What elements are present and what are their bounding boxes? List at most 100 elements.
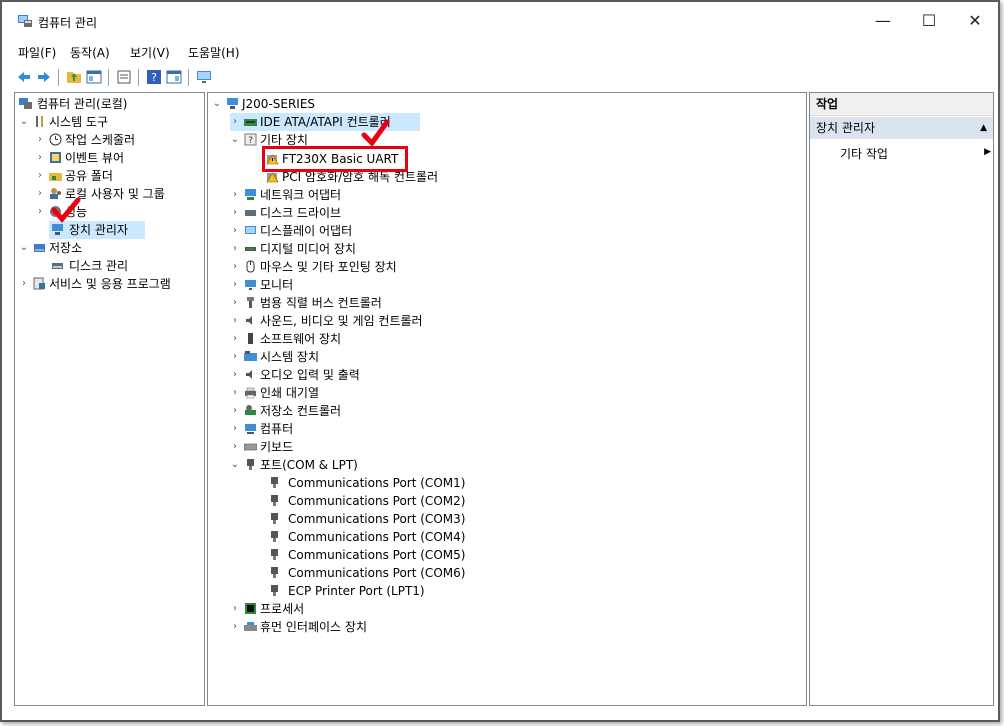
tree-item-services-applications[interactable]: › 서비스 및 응용 프로그램 bbox=[19, 275, 203, 293]
chevron-right-icon[interactable]: › bbox=[230, 222, 240, 240]
device-category-system[interactable]: › 시스템 장치 bbox=[230, 348, 450, 366]
chevron-right-icon[interactable]: › bbox=[230, 258, 240, 276]
device-item-lpt1[interactable]: ECP Printer Port (LPT1) bbox=[266, 582, 496, 600]
minimize-button[interactable]: — bbox=[860, 8, 906, 34]
chevron-right-icon[interactable]: › bbox=[230, 402, 240, 420]
chevron-right-icon[interactable]: › bbox=[230, 186, 240, 204]
back-arrow-icon[interactable] bbox=[16, 69, 32, 85]
device-category-print-queue[interactable]: › 인쇄 대기열 bbox=[230, 384, 450, 402]
device-category-monitors[interactable]: › 모니터 bbox=[230, 276, 450, 294]
show-action-pane-icon[interactable] bbox=[166, 69, 182, 85]
device-tree-pane[interactable]: ⌄ J200-SERIES › IDE ATA/ATAPI 컨트롤러 ⌄ ? 기… bbox=[207, 92, 807, 706]
device-item-com6[interactable]: Communications Port (COM6) bbox=[266, 564, 496, 582]
chevron-down-icon[interactable]: ⌄ bbox=[212, 95, 222, 113]
tree-item-shared-folders[interactable]: › 공유 폴더 bbox=[35, 167, 204, 185]
device-category-mouse[interactable]: › 마우스 및 기타 포인팅 장치 bbox=[230, 258, 470, 276]
help-icon[interactable]: ? bbox=[146, 69, 162, 85]
tree-item-event-viewer[interactable]: › 이벤트 뷰어 bbox=[35, 149, 204, 167]
unknown-device-icon: ? bbox=[244, 133, 257, 146]
device-item-com3[interactable]: Communications Port (COM3) bbox=[266, 510, 496, 528]
chevron-right-icon[interactable]: › bbox=[230, 600, 240, 618]
chevron-right-icon[interactable]: › bbox=[35, 203, 45, 221]
chevron-right-icon[interactable]: › bbox=[230, 420, 240, 438]
device-category-hid[interactable]: › 휴먼 인터페이스 장치 bbox=[230, 618, 470, 636]
chevron-right-icon[interactable]: › bbox=[230, 330, 240, 348]
toolbar-separator bbox=[138, 69, 139, 86]
device-category-storage-controllers[interactable]: › 저장소 컨트롤러 bbox=[230, 402, 450, 420]
chevron-right-icon[interactable]: › bbox=[35, 131, 45, 149]
tree-item-task-scheduler[interactable]: › 작업 스케줄러 bbox=[35, 131, 204, 149]
tree-item-computer-management[interactable]: 컴퓨터 관리(로컬) bbox=[19, 95, 199, 113]
chevron-right-icon[interactable]: › bbox=[230, 438, 240, 456]
device-category-digital-media[interactable]: › 디지털 미디어 장치 bbox=[230, 240, 450, 258]
chevron-right-icon[interactable]: › bbox=[35, 149, 45, 167]
chevron-down-icon[interactable]: ⌄ bbox=[19, 239, 29, 257]
device-category-keyboard[interactable]: › 키보드 bbox=[230, 438, 450, 456]
device-category-display[interactable]: › 디스플레이 어댑터 bbox=[230, 222, 450, 240]
device-item-com1[interactable]: Communications Port (COM1) bbox=[266, 474, 496, 492]
chevron-right-icon[interactable]: › bbox=[230, 240, 240, 258]
chevron-right-icon[interactable]: › bbox=[19, 275, 29, 293]
action-more-actions[interactable]: 기타 작업 bbox=[840, 145, 888, 162]
hid-icon bbox=[244, 622, 257, 631]
chevron-down-icon[interactable]: ⌄ bbox=[230, 131, 240, 149]
chevron-right-icon[interactable]: › bbox=[230, 294, 240, 312]
properties-icon[interactable] bbox=[116, 69, 132, 85]
action-group-device-manager[interactable]: 장치 관리자 ▲ bbox=[810, 117, 993, 139]
chevron-right-icon[interactable]: › bbox=[35, 185, 45, 203]
chevron-right-icon[interactable]: › bbox=[230, 348, 240, 366]
device-category-audio-io[interactable]: › 오디오 입력 및 출력 bbox=[230, 366, 450, 384]
device-category-sound[interactable]: › 사운드, 비디오 및 게임 컨트롤러 bbox=[230, 312, 490, 330]
display-adapter-icon bbox=[245, 226, 256, 234]
close-button[interactable]: ✕ bbox=[952, 8, 998, 34]
action-group-label: 장치 관리자 bbox=[816, 121, 876, 135]
device-category-disk-drives[interactable]: › 디스크 드라이브 bbox=[230, 204, 450, 222]
device-root[interactable]: ⌄ J200-SERIES bbox=[212, 95, 412, 113]
chevron-right-icon[interactable]: › bbox=[230, 204, 240, 222]
device-item-com4[interactable]: Communications Port (COM4) bbox=[266, 528, 496, 546]
chevron-right-icon[interactable]: › bbox=[230, 113, 240, 131]
show-hide-console-tree-icon[interactable] bbox=[86, 69, 102, 85]
up-folder-icon[interactable] bbox=[66, 69, 82, 85]
forward-arrow-icon[interactable] bbox=[36, 69, 52, 85]
tree-item-storage[interactable]: ⌄ 저장소 bbox=[19, 239, 199, 257]
collapse-arrow-icon[interactable]: ▲ bbox=[980, 117, 987, 139]
device-category-processors[interactable]: › 프로세서 bbox=[230, 600, 450, 618]
chevron-right-icon[interactable]: › bbox=[230, 276, 240, 294]
title-bar[interactable]: 컴퓨터 관리 — ☐ ✕ bbox=[2, 2, 998, 36]
device-category-software[interactable]: › 소프트웨어 장치 bbox=[230, 330, 450, 348]
monitor-icon[interactable] bbox=[196, 69, 212, 85]
device-category-ide[interactable]: › IDE ATA/ATAPI 컨트롤러 bbox=[230, 113, 420, 131]
tree-label: 컴퓨터 관리(로컬) bbox=[37, 97, 128, 111]
tree-item-system-tools[interactable]: ⌄ 시스템 도구 bbox=[19, 113, 199, 131]
menu-help[interactable]: 도움말(H) bbox=[188, 44, 240, 61]
tree-label: 공유 폴더 bbox=[65, 169, 113, 183]
chevron-right-icon[interactable]: › bbox=[230, 312, 240, 330]
chevron-right-icon[interactable]: › bbox=[35, 167, 45, 185]
device-category-usb[interactable]: › 범용 직렬 버스 컨트롤러 bbox=[230, 294, 470, 312]
tree-item-disk-management[interactable]: 디스크 관리 bbox=[49, 257, 199, 275]
device-label: 저장소 컨트롤러 bbox=[260, 404, 342, 418]
menu-action[interactable]: 동작(A) bbox=[70, 44, 110, 61]
tree-item-device-manager[interactable]: 장치 관리자 bbox=[49, 221, 145, 239]
chevron-right-icon[interactable]: › bbox=[230, 618, 240, 636]
maximize-button[interactable]: ☐ bbox=[906, 8, 952, 34]
chevron-down-icon[interactable]: ⌄ bbox=[19, 113, 29, 131]
chevron-right-icon[interactable]: › bbox=[230, 384, 240, 402]
highlight-box bbox=[262, 146, 408, 172]
chevron-right-icon[interactable]: › bbox=[230, 366, 240, 384]
device-item-com2[interactable]: Communications Port (COM2) bbox=[266, 492, 496, 510]
device-category-network[interactable]: › 네트워크 어댑터 bbox=[230, 186, 450, 204]
device-item-com5[interactable]: Communications Port (COM5) bbox=[266, 546, 496, 564]
device-category-computer[interactable]: › 컴퓨터 bbox=[230, 420, 450, 438]
toolbar: ? bbox=[2, 64, 998, 90]
port-icon bbox=[271, 567, 278, 578]
clock-icon bbox=[49, 133, 62, 146]
computer-management-window: 컴퓨터 관리 — ☐ ✕ 파일(F) 동작(A) 보기(V) 도움말(H) ? … bbox=[0, 0, 1000, 722]
menu-file[interactable]: 파일(F) bbox=[18, 44, 56, 61]
menu-view[interactable]: 보기(V) bbox=[130, 44, 170, 61]
console-tree-pane[interactable]: 컴퓨터 관리(로컬) ⌄ 시스템 도구 › 작업 스케줄러 › 이벤트 뷰어 ›… bbox=[14, 92, 205, 706]
submenu-arrow-icon[interactable]: ▶ bbox=[984, 147, 991, 157]
chevron-down-icon[interactable]: ⌄ bbox=[230, 456, 240, 474]
device-category-ports[interactable]: ⌄ 포트(COM & LPT) bbox=[230, 456, 450, 474]
